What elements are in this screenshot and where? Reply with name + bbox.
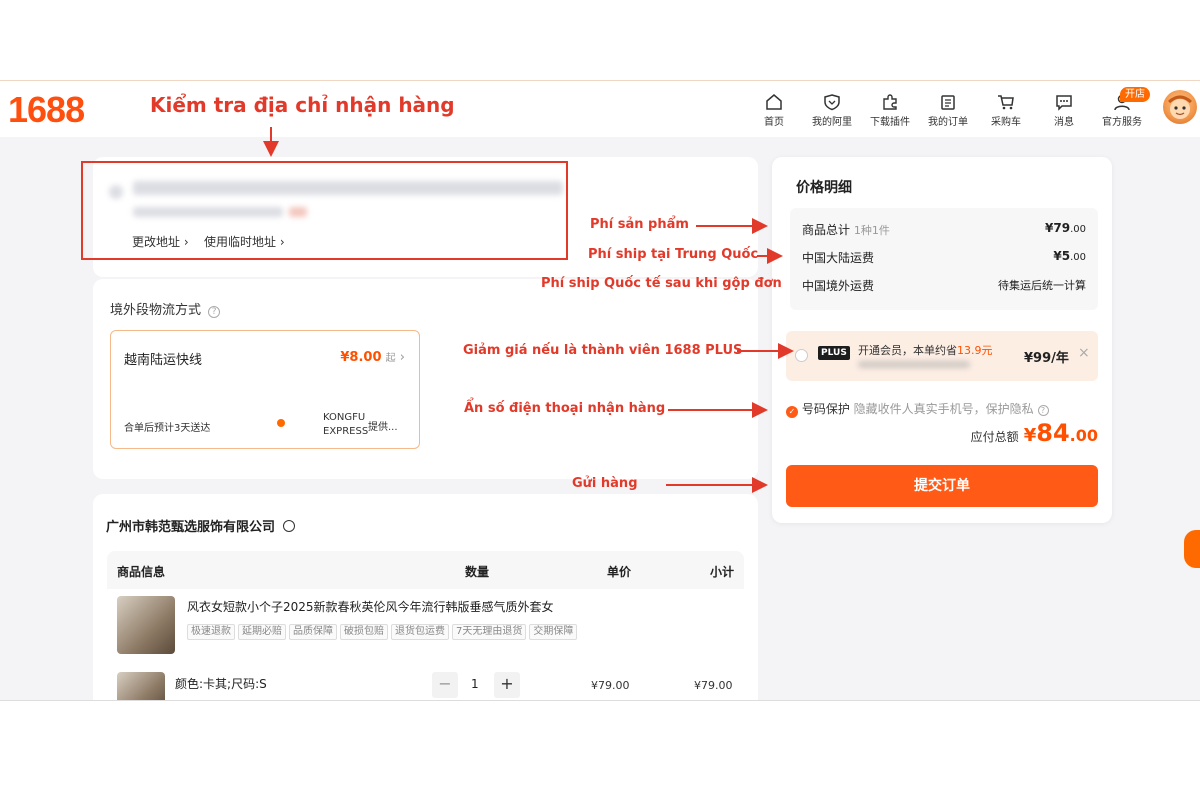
annotation-check-address: Kiểm tra địa chỉ nhận hàng — [150, 93, 455, 117]
checkout-page: 1688 首页 我的阿里 下载插件 我的订单 采购车 消息 官方服务 开店 更改… — [0, 80, 1200, 701]
annotation-plus-discount: Giảm giá nếu là thành viên 1688 PLUS — [463, 343, 743, 358]
annotation-send: Gửi hàng — [572, 476, 638, 491]
annotation-china-shipping: Phí ship tại Trung Quốc — [588, 247, 759, 262]
annotation-hide-phone: Ẩn số điện thoại nhận hàng — [464, 401, 666, 416]
annotation-product-fee: Phí sản phẩm — [590, 217, 689, 232]
annotation-intl-shipping: Phí ship Quốc tế sau khi gộp đơn — [541, 276, 782, 291]
address-highlight-box — [81, 161, 568, 260]
